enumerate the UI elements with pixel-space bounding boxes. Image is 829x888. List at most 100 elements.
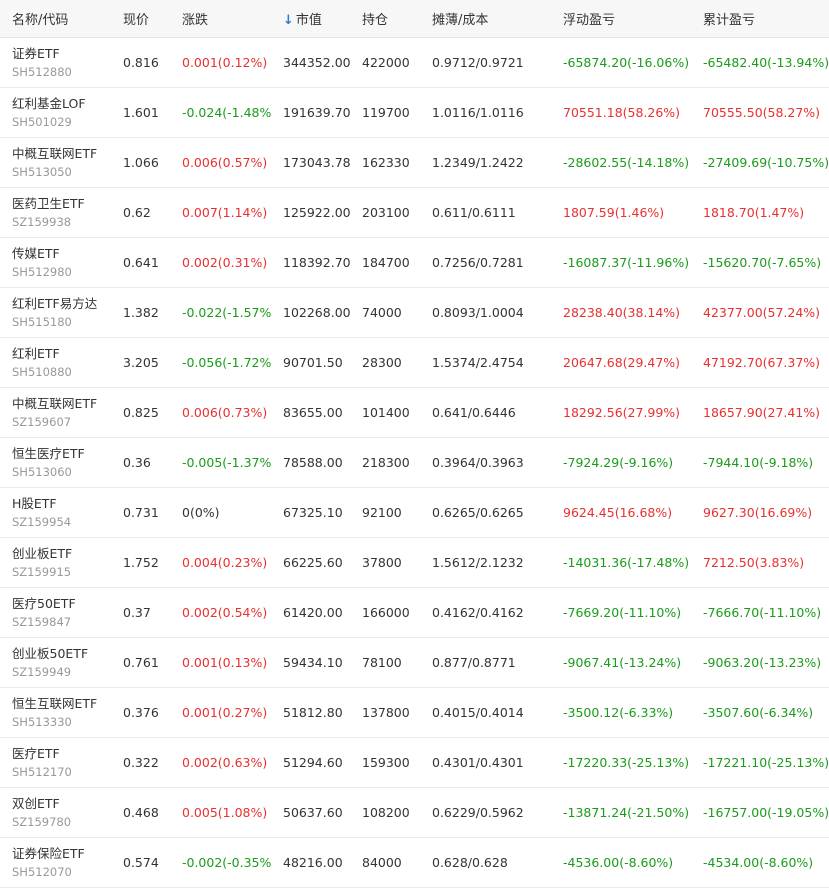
fund-code: SH513050	[12, 164, 72, 179]
fund-name-cell[interactable]: 中概互联网ETF SH513050	[0, 145, 111, 181]
fund-name-cell[interactable]: 创业板ETF SZ159915	[0, 545, 111, 581]
fund-name[interactable]: 医疗50ETF	[12, 595, 111, 613]
fund-name-cell[interactable]: 恒生医疗ETF SH513060	[0, 445, 111, 481]
table-row[interactable]: 医疗ETF SH512170 0.322 0.002(0.63%) 51294.…	[0, 738, 829, 788]
fund-code: SH515180	[12, 314, 72, 329]
price-cell: 1.382	[123, 305, 159, 320]
floating-pl-cell: 70551.18(58.26%)	[563, 105, 681, 120]
header-name-code[interactable]: 名称/代码	[0, 9, 111, 28]
fund-name[interactable]: 双创ETF	[12, 795, 111, 813]
fund-name-cell[interactable]: 恒生互联网ETF SH513330	[0, 695, 111, 731]
cumulative-pl-cell: 9627.30(16.69%)	[703, 505, 813, 520]
table-row[interactable]: 恒生医疗ETF SH513060 0.36 -0.005(-1.37%) 785…	[0, 438, 829, 488]
cumulative-pl-cell: -16757.00(-19.05%)	[703, 805, 829, 820]
table-row[interactable]: 红利ETF SH510880 3.205 -0.056(-1.72%) 9070…	[0, 338, 829, 388]
cumulative-pl-cell: -3507.60(-6.34%)	[703, 705, 814, 720]
fund-name[interactable]: 创业板50ETF	[12, 645, 111, 663]
fund-name-cell[interactable]: 创业板50ETF SZ159949	[0, 645, 111, 681]
table-row[interactable]: 双创ETF SZ159780 0.468 0.005(1.08%) 50637.…	[0, 788, 829, 838]
fund-name-cell[interactable]: 传媒ETF SH512980	[0, 245, 111, 281]
cumulative-pl-cell: 18657.90(27.41%)	[703, 405, 821, 420]
price-cell: 0.816	[123, 55, 159, 70]
fund-name[interactable]: 红利基金LOF	[12, 95, 111, 113]
fund-name-cell[interactable]: 红利基金LOF SH501029	[0, 95, 111, 131]
header-market-value[interactable]: ↓ 市值	[271, 9, 350, 28]
table-row[interactable]: 中概互联网ETF SH513050 1.066 0.006(0.57%) 173…	[0, 138, 829, 188]
fund-name[interactable]: 红利ETF易方达	[12, 295, 111, 313]
sort-desc-icon: ↓	[283, 13, 294, 28]
table-row[interactable]: 医药卫生ETF SZ159938 0.62 0.007(1.14%) 12592…	[0, 188, 829, 238]
table-row[interactable]: 恒生互联网ETF SH513330 0.376 0.001(0.27%) 518…	[0, 688, 829, 738]
fund-code: SZ159938	[12, 214, 72, 229]
table-row[interactable]: 传媒ETF SH512980 0.641 0.002(0.31%) 118392…	[0, 238, 829, 288]
change-cell: 0.002(0.54%)	[182, 605, 268, 620]
cost-cell: 0.877/0.8771	[432, 655, 516, 670]
cumulative-pl-cell: -7944.10(-9.18%)	[703, 455, 814, 470]
header-floating-pl[interactable]: 浮动盈亏	[551, 9, 691, 28]
table-row[interactable]: 红利ETF易方达 SH515180 1.382 -0.022(-1.57%) 1…	[0, 288, 829, 338]
cost-cell: 0.641/0.6446	[432, 405, 516, 420]
table-row[interactable]: 证券保险ETF SH512070 0.574 -0.002(-0.35%) 48…	[0, 838, 829, 888]
holding-cell: 159300	[362, 755, 410, 770]
floating-pl-cell: 1807.59(1.46%)	[563, 205, 665, 220]
fund-name[interactable]: 中概互联网ETF	[12, 145, 111, 163]
floating-pl-cell: 20647.68(29.47%)	[563, 355, 681, 370]
price-cell: 1.601	[123, 105, 159, 120]
fund-name[interactable]: H股ETF	[12, 495, 111, 513]
table-row[interactable]: 红利基金LOF SH501029 1.601 -0.024(-1.48%) 19…	[0, 88, 829, 138]
fund-name-cell[interactable]: 证券保险ETF SH512070	[0, 845, 111, 881]
market-value-cell: 66225.60	[283, 555, 343, 570]
market-value-cell: 59434.10	[283, 655, 343, 670]
holding-cell: 37800	[362, 555, 402, 570]
floating-pl-cell: -13871.24(-21.50%)	[563, 805, 690, 820]
fund-code: SZ159949	[12, 664, 72, 679]
cumulative-pl-cell: -7666.70(-11.10%)	[703, 605, 822, 620]
fund-name[interactable]: 创业板ETF	[12, 545, 111, 563]
fund-code: SH513060	[12, 464, 72, 479]
change-cell: 0.001(0.27%)	[182, 705, 268, 720]
fund-name[interactable]: 传媒ETF	[12, 245, 111, 263]
header-change[interactable]: 涨跌	[170, 9, 271, 28]
fund-name-cell[interactable]: 红利ETF SH510880	[0, 345, 111, 381]
change-cell: -0.005(-1.37%)	[182, 455, 271, 470]
holding-cell: 137800	[362, 705, 410, 720]
market-value-cell: 191639.70	[283, 105, 350, 120]
header-cost[interactable]: 摊薄/成本	[420, 9, 551, 28]
header-cumulative-pl[interactable]: 累计盈亏	[691, 9, 829, 28]
fund-name[interactable]: 恒生互联网ETF	[12, 695, 111, 713]
price-cell: 0.376	[123, 705, 159, 720]
fund-name-cell[interactable]: 双创ETF SZ159780	[0, 795, 111, 831]
fund-name[interactable]: 恒生医疗ETF	[12, 445, 111, 463]
fund-name-cell[interactable]: 医疗50ETF SZ159847	[0, 595, 111, 631]
table-row[interactable]: 创业板ETF SZ159915 1.752 0.004(0.23%) 66225…	[0, 538, 829, 588]
holding-cell: 84000	[362, 855, 402, 870]
cumulative-pl-cell: -17221.10(-25.13%)	[703, 755, 829, 770]
fund-code: SH512070	[12, 864, 72, 879]
fund-name[interactable]: 中概互联网ETF	[12, 395, 111, 413]
table-body: 证券ETF SH512880 0.816 0.001(0.12%) 344352…	[0, 38, 829, 888]
table-row[interactable]: 创业板50ETF SZ159949 0.761 0.001(0.13%) 594…	[0, 638, 829, 688]
table-row[interactable]: 中概互联网ETF SZ159607 0.825 0.006(0.73%) 836…	[0, 388, 829, 438]
fund-name-cell[interactable]: 红利ETF易方达 SH515180	[0, 295, 111, 331]
change-cell: -0.002(-0.35%)	[182, 855, 271, 870]
fund-code: SZ159847	[12, 614, 72, 629]
change-cell: -0.056(-1.72%)	[182, 355, 271, 370]
fund-code: SZ159780	[12, 814, 72, 829]
header-price[interactable]: 现价	[111, 9, 170, 28]
fund-name[interactable]: 证券保险ETF	[12, 845, 111, 863]
fund-name[interactable]: 医疗ETF	[12, 745, 111, 763]
fund-name[interactable]: 红利ETF	[12, 345, 111, 363]
fund-name[interactable]: 证券ETF	[12, 45, 111, 63]
table-row[interactable]: H股ETF SZ159954 0.731 0(0%) 67325.10 9210…	[0, 488, 829, 538]
fund-name-cell[interactable]: 证券ETF SH512880	[0, 45, 111, 81]
market-value-cell: 118392.70	[283, 255, 350, 270]
fund-name-cell[interactable]: 中概互联网ETF SZ159607	[0, 395, 111, 431]
fund-name[interactable]: 医药卫生ETF	[12, 195, 111, 213]
header-holding[interactable]: 持仓	[350, 9, 420, 28]
fund-name-cell[interactable]: H股ETF SZ159954	[0, 495, 111, 531]
table-row[interactable]: 证券ETF SH512880 0.816 0.001(0.12%) 344352…	[0, 38, 829, 88]
fund-name-cell[interactable]: 医疗ETF SH512170	[0, 745, 111, 781]
table-row[interactable]: 医疗50ETF SZ159847 0.37 0.002(0.54%) 61420…	[0, 588, 829, 638]
floating-pl-cell: -28602.55(-14.18%)	[563, 155, 690, 170]
fund-name-cell[interactable]: 医药卫生ETF SZ159938	[0, 195, 111, 231]
